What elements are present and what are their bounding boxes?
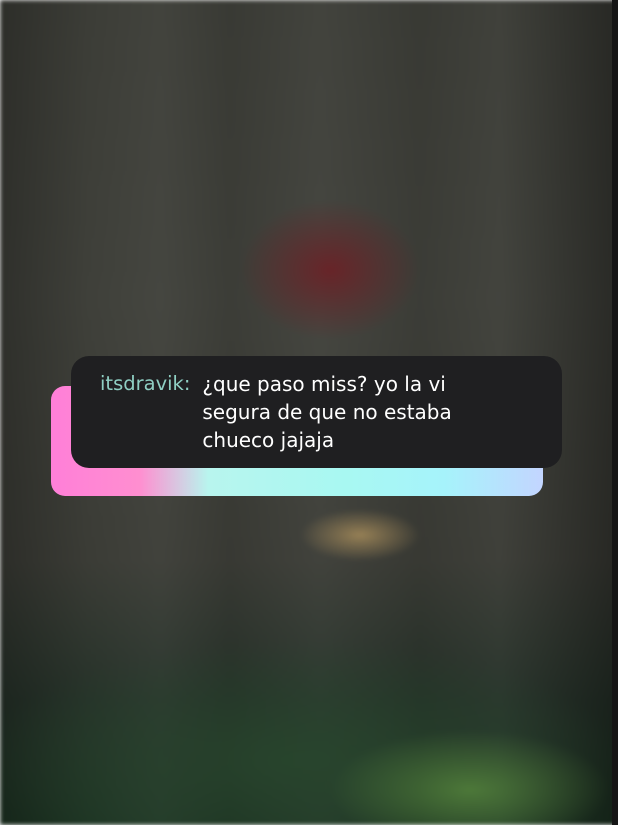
comment-reply-sticker: itsdravik: ¿que paso miss? yo la vi segu… [51, 356, 563, 496]
comment-bubble: itsdravik: ¿que paso miss? yo la vi segu… [71, 356, 562, 468]
comment-message: ¿que paso miss? yo la vi segura de que n… [202, 372, 452, 452]
comment-username: itsdravik: [100, 372, 191, 395]
screen-edge [612, 0, 618, 825]
